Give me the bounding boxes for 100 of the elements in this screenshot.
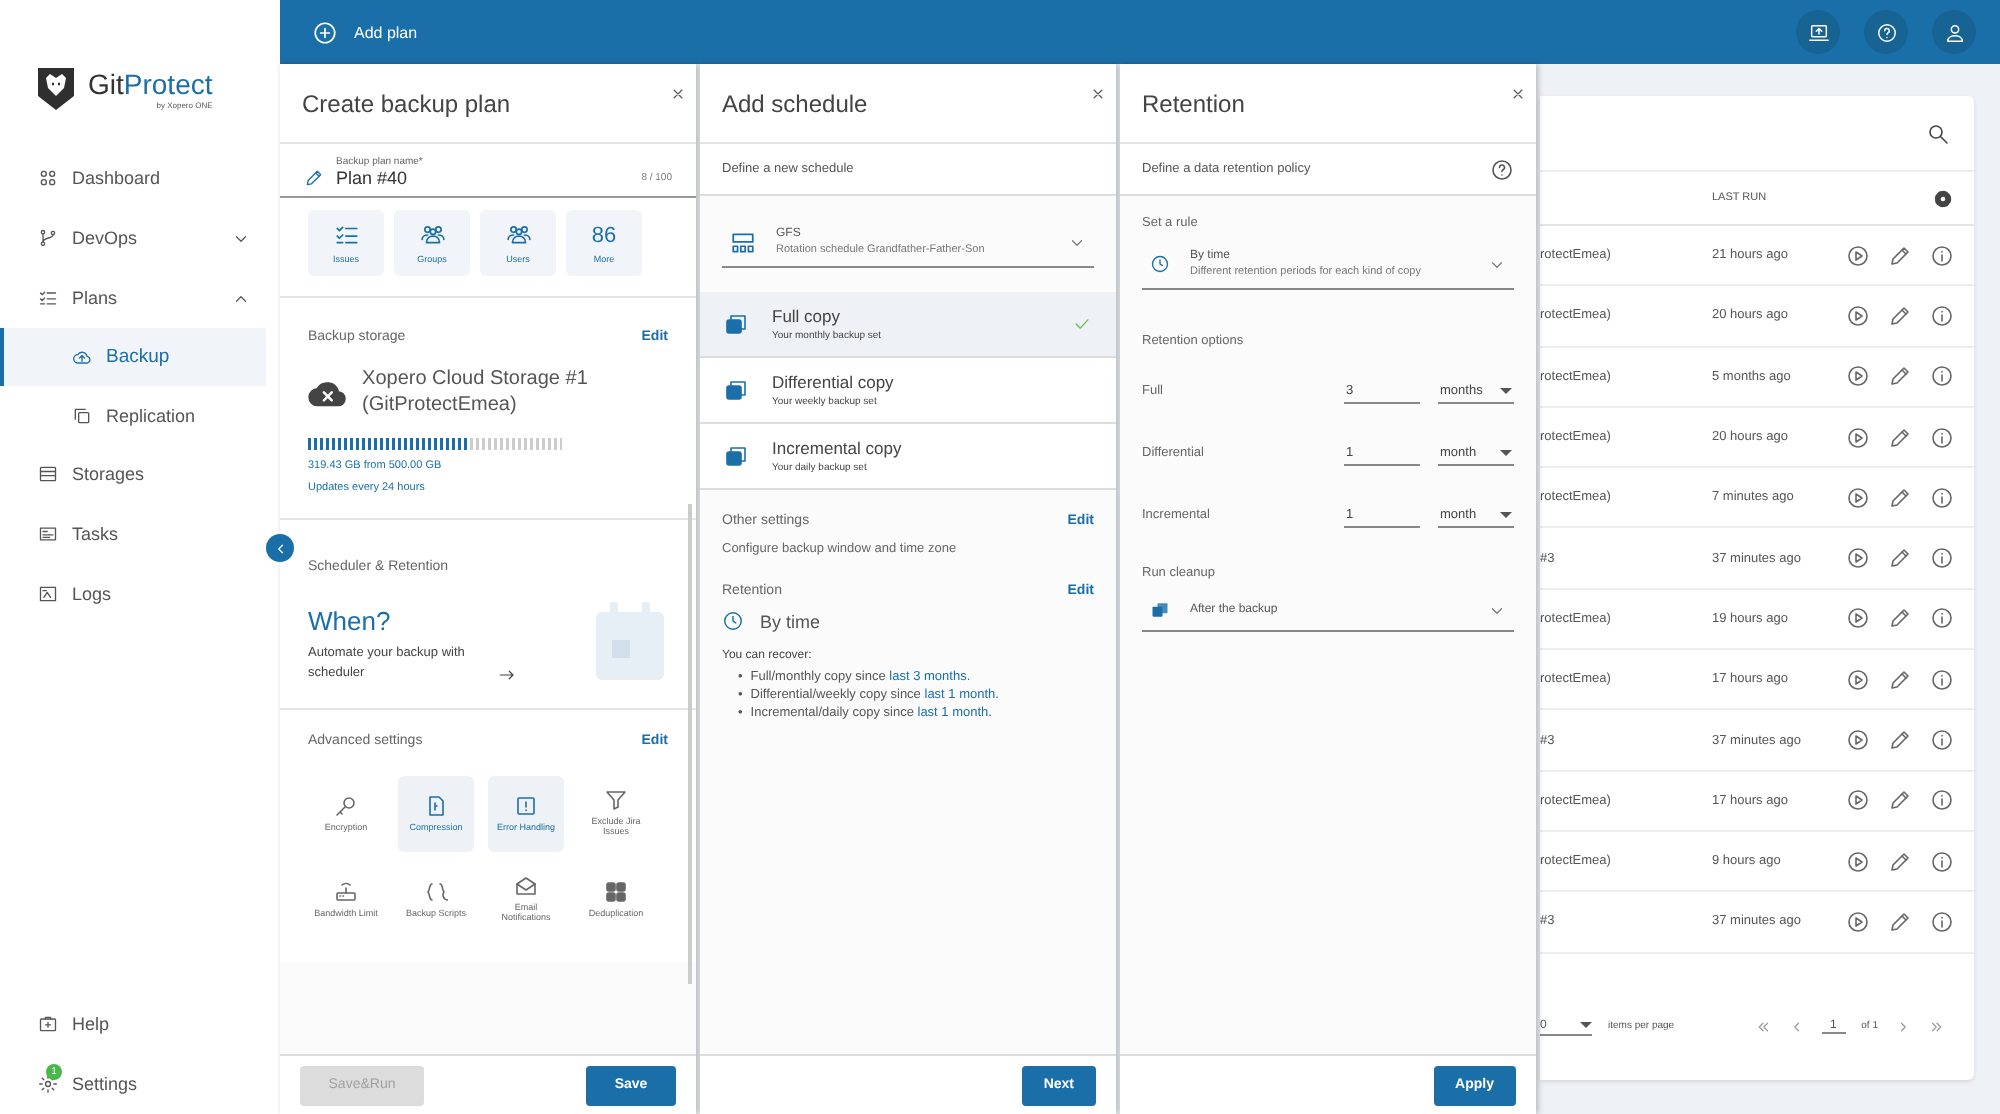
nav-item[interactable]: DevOps	[0, 208, 266, 268]
shield-logo-icon	[36, 64, 76, 112]
nav-item[interactable]: Logs	[0, 564, 266, 624]
checklist-icon	[38, 288, 58, 308]
branch-icon	[38, 228, 58, 248]
nav-item[interactable]: Tasks	[0, 504, 266, 564]
brand-name: GitProtect	[88, 67, 213, 99]
panel-title: Retention	[1142, 89, 1245, 117]
play-icon[interactable]	[1846, 546, 1870, 571]
info-icon[interactable]	[1930, 546, 1954, 571]
pencil-icon[interactable]	[1888, 606, 1912, 631]
nav-item[interactable]: Help	[0, 994, 266, 1054]
play-icon[interactable]	[1846, 849, 1870, 874]
close-icon[interactable]	[1510, 86, 1526, 102]
close-icon[interactable]	[1090, 86, 1106, 102]
when-heading: When?	[308, 606, 393, 636]
info-icon[interactable]	[1930, 485, 1954, 510]
help-button[interactable]	[1864, 10, 1908, 54]
windows-icon	[724, 378, 748, 402]
copy-icon	[72, 405, 92, 425]
braces-icon	[424, 879, 448, 904]
pencil-icon[interactable]	[1888, 425, 1912, 450]
account-button[interactable]	[1932, 10, 1976, 54]
windows-icon	[724, 312, 748, 336]
monitor-button[interactable]	[1796, 10, 1840, 54]
info-icon[interactable]	[1930, 425, 1954, 450]
play-icon[interactable]	[1846, 909, 1870, 934]
help-icon[interactable]	[1490, 157, 1514, 181]
add-icon	[312, 19, 338, 45]
scrollbar[interactable]	[688, 504, 692, 984]
info-icon[interactable]	[1930, 728, 1954, 753]
calendar-icon	[592, 599, 668, 683]
play-icon[interactable]	[1846, 425, 1870, 450]
first-aid-icon	[38, 1014, 58, 1034]
info-icon[interactable]	[1930, 303, 1954, 328]
cloud-upload-icon	[72, 347, 92, 367]
people-icon	[419, 222, 445, 248]
play-icon[interactable]	[1846, 728, 1870, 753]
pencil-icon[interactable]	[1888, 849, 1912, 874]
grid-icon	[604, 879, 628, 904]
add-plan-button[interactable]: Add plan	[312, 19, 418, 45]
nav-item[interactable]: Backup	[0, 328, 266, 386]
arrow-right-icon	[498, 665, 516, 683]
nav-item[interactable]: Plans	[0, 268, 266, 328]
play-icon[interactable]	[1846, 667, 1870, 692]
last-page-icon[interactable]	[1928, 1017, 1946, 1035]
pencil-icon[interactable]	[1888, 788, 1912, 813]
play-icon[interactable]	[1846, 788, 1870, 813]
info-icon[interactable]	[1930, 606, 1954, 631]
info-icon[interactable]	[1930, 909, 1954, 934]
play-icon[interactable]	[1846, 606, 1870, 631]
info-icon[interactable]	[1930, 849, 1954, 874]
play-icon[interactable]	[1846, 485, 1870, 510]
filter-icon	[604, 788, 628, 813]
panel-title: Create backup plan	[302, 89, 511, 117]
play-icon[interactable]	[1846, 364, 1870, 389]
pencil-icon[interactable]	[1888, 546, 1912, 571]
pencil-icon[interactable]	[1888, 909, 1912, 934]
windows-icon	[724, 444, 748, 468]
info-icon[interactable]	[1930, 364, 1954, 389]
clock-icon	[1150, 254, 1170, 274]
pencil-icon[interactable]	[1888, 485, 1912, 510]
settings-icon[interactable]	[1932, 187, 1954, 209]
checklist-icon	[333, 222, 359, 248]
router-icon	[334, 879, 358, 904]
pencil-icon[interactable]	[1888, 243, 1912, 268]
alert-icon	[514, 793, 538, 818]
nav-item[interactable]: Storages	[0, 444, 266, 504]
play-icon[interactable]	[1846, 243, 1870, 268]
rule-name: By time	[760, 611, 821, 631]
info-icon[interactable]	[1930, 788, 1954, 813]
play-icon[interactable]	[1846, 303, 1870, 328]
pencil-icon[interactable]	[1888, 364, 1912, 389]
help-icon	[1875, 21, 1897, 43]
schedule-icon	[730, 229, 756, 255]
pencil-icon[interactable]	[1888, 667, 1912, 692]
panel-title: Add schedule	[722, 89, 868, 117]
layers-icon	[1150, 600, 1170, 620]
first-page-icon[interactable]	[1753, 1017, 1772, 1035]
storage-icon	[38, 464, 58, 484]
check-icon	[1072, 314, 1092, 334]
gear-icon	[38, 1074, 58, 1094]
logs-icon	[38, 584, 58, 604]
tasks-icon	[38, 524, 58, 544]
nav-item[interactable]: Dashboard	[0, 148, 266, 208]
document-icon	[424, 793, 448, 818]
info-icon[interactable]	[1930, 667, 1954, 692]
pencil-icon[interactable]	[1888, 303, 1912, 328]
search-icon[interactable]	[1926, 121, 1950, 145]
storage-name: Xopero Cloud Storage #1 (GitProtectEmea)	[362, 368, 590, 418]
grid-icon	[38, 168, 58, 188]
close-icon[interactable]	[670, 86, 686, 102]
nav-item[interactable]: Replication	[0, 386, 266, 444]
envelope-icon	[514, 874, 538, 899]
clock-icon	[722, 610, 744, 632]
key-icon	[334, 793, 358, 818]
pencil-icon[interactable]	[1888, 728, 1912, 753]
user-icon	[1943, 21, 1965, 43]
info-icon[interactable]	[1930, 243, 1954, 268]
monitor-icon	[1807, 21, 1829, 43]
